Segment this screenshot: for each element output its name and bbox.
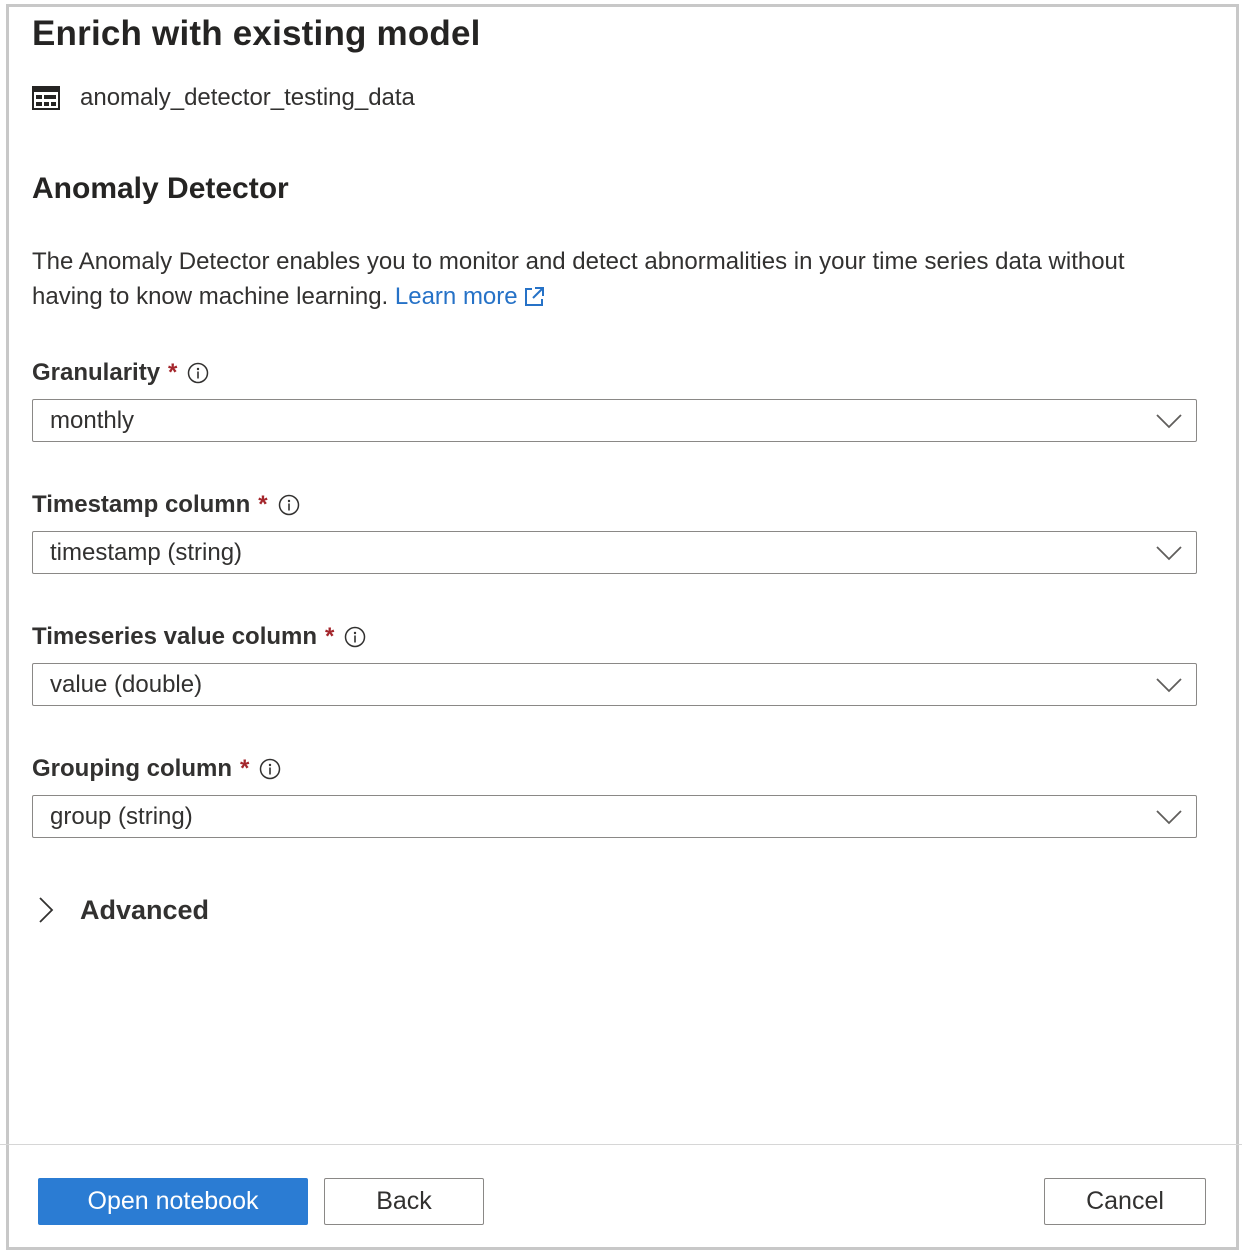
dataset-name: anomaly_detector_testing_data [80, 84, 415, 111]
info-icon[interactable] [259, 758, 281, 780]
grouping-column-label-text: Grouping column [32, 755, 232, 782]
open-notebook-button[interactable]: Open notebook [38, 1178, 308, 1225]
section-description: The Anomaly Detector enables you to moni… [32, 244, 1162, 314]
timeseries-value-column-label: Timeseries value column * [32, 620, 366, 654]
dataset-row: anomaly_detector_testing_data [32, 82, 415, 114]
advanced-toggle[interactable]: Advanced [38, 890, 209, 930]
info-icon[interactable] [344, 626, 366, 648]
timeseries-value-column-dropdown[interactable]: value (double) [32, 663, 1197, 706]
granularity-label-text: Granularity [32, 359, 161, 386]
granularity-dropdown[interactable]: monthly [32, 399, 1197, 442]
learn-more-link[interactable]: Learn more [395, 283, 544, 310]
timeseries-value-column-value: value (double) [50, 670, 203, 698]
required-marker: * [325, 623, 335, 650]
chevron-down-icon [1156, 545, 1182, 560]
table-icon [32, 86, 60, 110]
info-icon[interactable] [278, 494, 300, 516]
grouping-column-value: group (string) [50, 802, 193, 830]
timestamp-column-label: Timestamp column * [32, 488, 300, 522]
timestamp-column-value: timestamp (string) [50, 538, 243, 566]
panel-title: Enrich with existing model [32, 14, 481, 53]
grouping-column-label: Grouping column * [32, 752, 281, 786]
cancel-button[interactable]: Cancel [1044, 1178, 1206, 1225]
section-title: Anomaly Detector [32, 172, 289, 205]
granularity-label: Granularity * [32, 356, 209, 390]
grouping-column-dropdown[interactable]: group (string) [32, 795, 1197, 838]
learn-more-label: Learn more [394, 283, 518, 310]
required-marker: * [168, 359, 178, 386]
back-button[interactable]: Back [324, 1178, 484, 1225]
external-link-icon [524, 287, 544, 306]
timestamp-column-dropdown[interactable]: timestamp (string) [32, 531, 1197, 574]
required-marker: * [258, 491, 268, 518]
chevron-down-icon [1156, 413, 1182, 428]
chevron-down-icon [1156, 809, 1182, 824]
advanced-label: Advanced [80, 894, 210, 925]
timestamp-column-label-text: Timestamp column [32, 491, 251, 518]
footer-divider [0, 1144, 1242, 1145]
timeseries-value-column-label-text: Timeseries value column [32, 623, 318, 650]
description-text: The Anomaly Detector enables you to moni… [32, 248, 1125, 310]
chevron-down-icon [1156, 677, 1182, 692]
required-marker: * [239, 755, 250, 782]
granularity-value: monthly [50, 406, 135, 434]
chevron-right-icon [39, 897, 54, 923]
info-icon[interactable] [187, 362, 209, 384]
